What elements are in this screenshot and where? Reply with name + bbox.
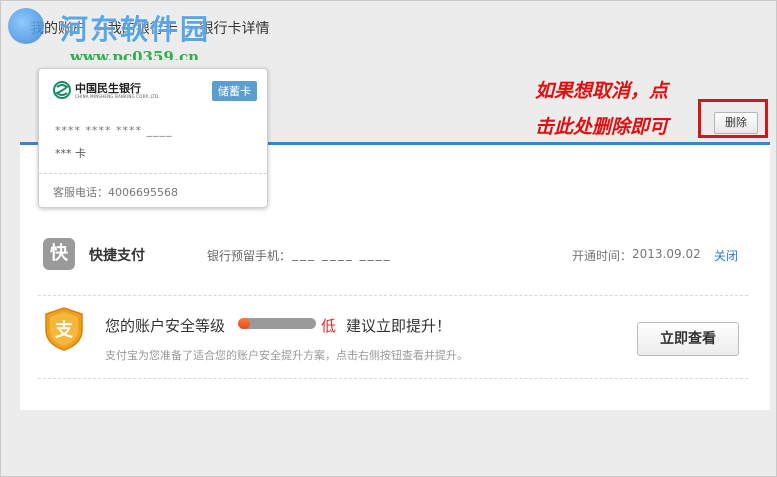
- security-level-bar: [238, 318, 316, 329]
- reserved-phone-value: ___ ____ ____: [292, 247, 392, 261]
- annotation-line-2: 击此处删除即可: [535, 116, 669, 138]
- watermark-logo-icon: [8, 8, 44, 44]
- security-level-label: 您的账户安全等级: [105, 317, 226, 335]
- security-level-fill: [238, 318, 250, 329]
- security-level-text: 低: [321, 317, 337, 335]
- security-suggestion: 建议立即提升！: [346, 317, 452, 335]
- bank-card: 中国民生银行 CHINA MINSHENG BANKING CORP.,LTD.…: [38, 68, 268, 208]
- minsheng-bank-logo-icon: [53, 81, 71, 99]
- annotation-line-1: 如果想取消，点: [535, 80, 669, 102]
- card-holder: *** 卡: [55, 147, 86, 160]
- row-divider: [38, 295, 748, 296]
- quick-pay-icon: 快: [43, 238, 75, 270]
- quick-pay-close-link[interactable]: 关闭: [714, 247, 738, 264]
- delete-button[interactable]: 删除: [714, 112, 758, 134]
- service-phone: 客服电话：4006695568: [53, 186, 178, 199]
- card-divider: [39, 173, 267, 174]
- card-number: **** **** **** ____: [55, 124, 173, 137]
- open-date-value: 2013.09.02: [632, 247, 701, 261]
- security-description: 支付宝为您准备了适合您的账户安全提升方案，点击右侧按钮查看并提升。: [105, 349, 468, 362]
- reserved-phone-label: 银行预留手机：: [207, 249, 292, 263]
- view-now-button[interactable]: 立即查看: [637, 322, 739, 356]
- quick-pay-label: 快捷支付: [89, 248, 145, 264]
- shield-char: 支: [54, 319, 74, 341]
- card-type-badge: 储蓄卡: [212, 81, 257, 101]
- alipay-shield-icon: 支: [45, 307, 83, 351]
- bank-name-english: CHINA MINSHENG BANKING CORP.,LTD.: [75, 94, 160, 99]
- watermark-title: 河东软件园: [60, 13, 211, 46]
- row-divider: [38, 378, 748, 379]
- open-date-label: 开通时间：: [572, 249, 633, 263]
